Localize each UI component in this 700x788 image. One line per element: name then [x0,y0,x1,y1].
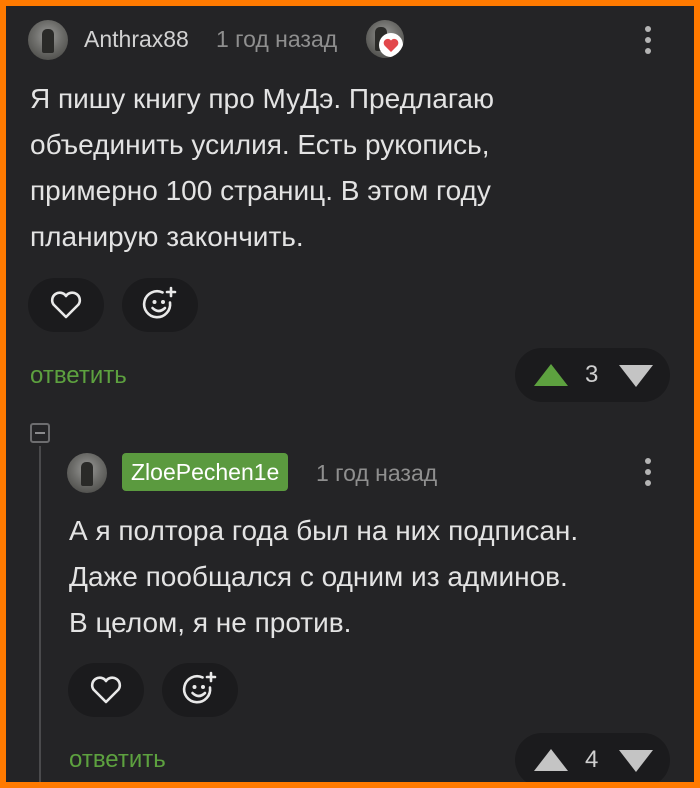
rating-control: 4 [515,733,670,782]
comments-panel: Anthrax88 1 год назад Я пишу книгу про М… [6,6,694,782]
comment-line: Я пишу книгу про МуДэ. Предлагаю [30,83,494,114]
minus-square-icon[interactable] [30,423,50,443]
heart-icon [90,676,122,704]
more-vertical-icon[interactable] [644,26,652,59]
more-vertical-icon[interactable] [644,458,652,491]
thread-line [39,446,41,782]
reply-link[interactable]: ответить [30,362,127,390]
rating-count: 4 [585,746,599,773]
emoji-add-icon [182,671,217,704]
reply-link[interactable]: ответить [69,746,166,774]
heart-badge-icon [366,20,404,58]
downvote-button[interactable] [619,750,653,772]
upvote-button[interactable] [534,749,568,771]
like-button[interactable] [28,278,104,332]
reply-body: А я полтора года был на них подписан. Да… [69,508,578,646]
reply-line: В целом, я не против. [69,607,352,638]
comment-timestamp: 1 год назад [216,26,338,52]
emoji-add-icon [142,286,177,319]
downvote-button[interactable] [619,365,653,387]
avatar-zloepechen1e[interactable] [67,453,107,493]
reply-line: А я полтора года был на них подписан. [69,515,579,546]
heart-icon [50,291,82,319]
reply-line: Даже пообщался с одним из админов. [69,561,568,592]
reply-timestamp: 1 год назад [316,460,438,486]
upvote-button[interactable] [534,364,568,386]
rating-control: 3 [515,348,670,402]
comment-line: планирую закончить. [30,221,304,252]
react-button[interactable] [122,278,198,332]
react-button[interactable] [162,663,238,717]
comment-body: Я пишу книгу про МуДэ. Предлагаю объедин… [30,76,494,260]
author-badge[interactable]: ZloePechen1e [122,453,289,491]
rating-count: 3 [585,361,599,388]
comment-line: объединить усилия. Есть рукопись, [30,129,490,160]
comment-username[interactable]: Anthrax88 [84,26,189,53]
avatar-anthrax88[interactable] [28,20,68,60]
like-button[interactable] [68,663,144,717]
comment-line: примерно 100 страниц. В этом году [30,175,491,206]
